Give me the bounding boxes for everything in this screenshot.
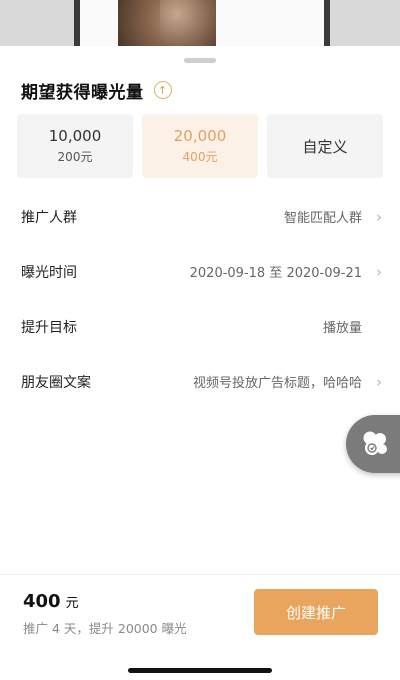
row-goal: 提升目标 播放量 › (0, 299, 400, 354)
row-moments-copy[interactable]: 朋友圈文案 视频号投放广告标题，哈哈哈 › (0, 354, 400, 409)
total-price: 400 元 (23, 591, 79, 612)
row-label: 朋友圈文案 (21, 374, 91, 391)
chevron-right-icon: › (376, 262, 382, 281)
chevron-right-icon: › (376, 372, 382, 391)
exposure-options: 10,000 200元 20,000 400元 自定义 (17, 114, 383, 178)
sheet-drag-handle[interactable] (184, 58, 216, 63)
row-label: 推广人群 (21, 209, 77, 226)
sheet-title: 期望获得曝光量 (21, 82, 144, 103)
option-amount: 20,000 (173, 127, 227, 145)
promotion-summary: 推广 4 天，提升 20000 曝光 (23, 621, 187, 636)
option-20000[interactable]: 20,000 400元 (142, 114, 258, 178)
option-amount: 10,000 (48, 127, 102, 145)
total-amount: 400 (23, 591, 61, 612)
settings-list: 推广人群 智能匹配人群 › 曝光时间 2020-09-18 至 2020-09-… (0, 189, 400, 409)
video-preview (0, 0, 400, 46)
title-row: 期望获得曝光量 ↑ (21, 79, 172, 103)
option-price: 200元 (57, 150, 93, 164)
preview-thumbnail-detail (160, 0, 216, 46)
option-price: 400元 (182, 150, 218, 164)
row-label: 曝光时间 (21, 264, 77, 281)
home-indicator[interactable] (128, 668, 272, 673)
option-custom[interactable]: 自定义 (267, 114, 383, 178)
row-target-audience[interactable]: 推广人群 智能匹配人群 › (0, 189, 400, 244)
checkout-bar: 400 元 推广 4 天，提升 20000 曝光 创建推广 (0, 574, 400, 680)
total-unit: 元 (65, 596, 79, 611)
option-custom-label: 自定义 (302, 137, 348, 156)
row-value: 2020-09-18 至 2020-09-21 (189, 266, 362, 281)
row-value: 智能匹配人群 (283, 211, 362, 226)
row-value: 视频号投放广告标题，哈哈哈 (192, 376, 362, 391)
row-value: 播放量 (322, 321, 362, 336)
chevron-right-icon: › (376, 207, 382, 226)
row-exposure-time[interactable]: 曝光时间 2020-09-18 至 2020-09-21 › (0, 244, 400, 299)
assistant-bubble-icon (358, 427, 392, 461)
arrow-up-circle-icon: ↑ (153, 81, 172, 99)
floating-assistant-button[interactable] (346, 415, 400, 473)
create-promotion-button[interactable]: 创建推广 (254, 589, 378, 635)
option-10000[interactable]: 10,000 200元 (17, 114, 133, 178)
row-label: 提升目标 (21, 319, 77, 336)
